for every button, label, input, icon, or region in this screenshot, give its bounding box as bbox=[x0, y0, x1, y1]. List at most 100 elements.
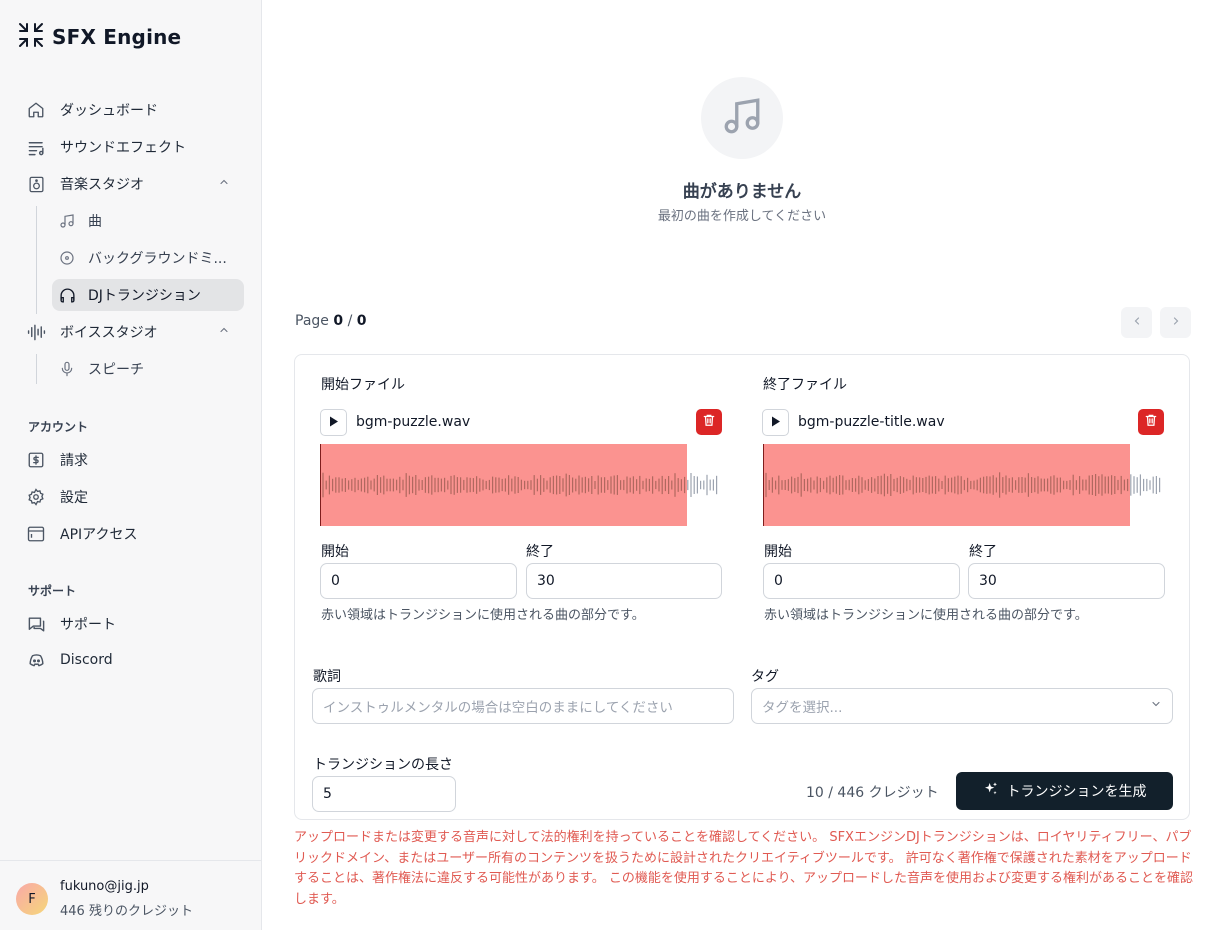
sparkles-icon bbox=[983, 781, 999, 801]
page-current: 0 bbox=[333, 313, 344, 329]
lyrics-label: 歌詞 bbox=[313, 669, 341, 685]
sidebar-item-discord[interactable]: Discord bbox=[26, 644, 244, 676]
sidebar-item-support[interactable]: サポート bbox=[26, 608, 244, 640]
end-file-name: bgm-puzzle-title.wav bbox=[798, 414, 945, 430]
sfx-logo-icon bbox=[18, 22, 44, 52]
start-file-hint: 赤い領域はトランジションに使用される曲の部分です。 bbox=[321, 608, 645, 623]
end-file-waveform-bars bbox=[765, 472, 1161, 498]
avatar: F bbox=[16, 883, 48, 915]
generate-button-label: トランジションを生成 bbox=[1006, 784, 1147, 800]
sidebar-item-label: 音楽スタジオ bbox=[60, 177, 144, 193]
sidebar-item-music-studio[interactable]: 音楽スタジオ bbox=[26, 168, 244, 200]
credit-cost: 10 / 446 クレジット bbox=[806, 785, 939, 801]
user-email: fukuno@jig.jp bbox=[60, 879, 149, 894]
sidebar-item-label: 設定 bbox=[60, 490, 88, 506]
legal-notice: アップロードまたは変更する音声に対して法的権利を持っていることを確認してください… bbox=[294, 830, 1194, 907]
sidebar-item-billing[interactable]: 請求 bbox=[26, 444, 244, 476]
brand[interactable]: SFX Engine bbox=[18, 22, 181, 52]
start-file-play-button[interactable] bbox=[320, 409, 347, 436]
end-file-delete-button[interactable] bbox=[1138, 409, 1164, 435]
sidebar: SFX Engine ダッシュボード サウンドエフェクト 音楽スタジオ 曲 バッ… bbox=[0, 0, 262, 930]
sidebar-subitem-dj-transition[interactable]: DJトランジション bbox=[52, 279, 244, 311]
page-separator: / bbox=[347, 313, 353, 329]
section-label-support: サポート bbox=[28, 584, 77, 598]
end-file-waveform[interactable] bbox=[763, 444, 1162, 526]
start-file-delete-button[interactable] bbox=[696, 409, 722, 435]
prev-page-button[interactable] bbox=[1121, 307, 1152, 338]
pagination-indicator: Page 0 / 0 bbox=[295, 313, 366, 329]
sidebar-subitem-label: バックグラウンドミ... bbox=[88, 251, 227, 267]
empty-state-subtitle: 最初の曲を作成してください bbox=[657, 209, 827, 224]
submenu-guide-line bbox=[36, 206, 37, 314]
audio-lines-icon bbox=[26, 322, 46, 342]
start-file-label: 開始ファイル bbox=[321, 377, 405, 393]
headphones-icon bbox=[58, 286, 76, 304]
start-file-end-label: 終了 bbox=[526, 544, 554, 560]
start-file-end-input[interactable]: 30 bbox=[526, 563, 722, 599]
lyrics-input[interactable]: インストゥルメンタルの場合は空白のままにしてください bbox=[312, 688, 734, 724]
dollar-icon bbox=[26, 450, 46, 470]
start-file-waveform[interactable] bbox=[320, 444, 719, 526]
start-file-waveform-bars bbox=[322, 472, 718, 498]
chevron-up-icon[interactable] bbox=[218, 176, 230, 192]
tags-label: タグ bbox=[751, 669, 779, 685]
chevron-down-icon bbox=[1150, 698, 1162, 714]
chevron-up-icon[interactable] bbox=[218, 324, 230, 340]
sidebar-item-label: APIアクセス bbox=[60, 527, 138, 543]
sidebar-subitem-speech[interactable]: スピーチ bbox=[52, 353, 244, 385]
empty-state-icon-circle bbox=[701, 77, 783, 159]
tags-placeholder: タグを選択... bbox=[762, 700, 843, 716]
page-prefix: Page bbox=[295, 313, 329, 329]
end-file-hint: 赤い領域はトランジションに使用される曲の部分です。 bbox=[764, 608, 1088, 623]
tags-select[interactable]: タグを選択... bbox=[751, 688, 1173, 724]
browser-icon bbox=[26, 524, 46, 544]
empty-state-title: 曲がありません bbox=[682, 182, 802, 202]
sidebar-item-label: サウンドエフェクト bbox=[60, 140, 186, 156]
chat-icon bbox=[26, 614, 46, 634]
transition-form-card: 開始ファイル bgm-puzzle.wav 開始 終了 0 30 赤い領域はトラ… bbox=[294, 354, 1190, 820]
play-icon bbox=[329, 415, 339, 431]
start-file-start-label: 開始 bbox=[321, 544, 349, 560]
transition-length-label: トランジションの長さ bbox=[313, 757, 453, 773]
transition-length-input[interactable]: 5 bbox=[312, 776, 456, 812]
user-credits: 446 残りのクレジット bbox=[60, 904, 193, 919]
next-page-button[interactable] bbox=[1160, 307, 1191, 338]
sidebar-item-api-access[interactable]: APIアクセス bbox=[26, 518, 244, 550]
sidebar-subitem-label: 曲 bbox=[88, 214, 102, 230]
sidebar-subitem-songs[interactable]: 曲 bbox=[52, 205, 244, 237]
sidebar-item-label: サポート bbox=[60, 617, 116, 633]
sidebar-subitem-background-music[interactable]: バックグラウンドミ... bbox=[52, 242, 244, 274]
sidebar-item-dashboard[interactable]: ダッシュボード bbox=[26, 94, 244, 126]
user-profile[interactable]: F fukuno@jig.jp 446 残りのクレジット bbox=[0, 860, 261, 930]
sidebar-subitem-label: スピーチ bbox=[88, 362, 144, 378]
sidebar-item-label: ボイススタジオ bbox=[60, 325, 158, 341]
trash-icon bbox=[1144, 413, 1158, 431]
end-file-play-button[interactable] bbox=[762, 409, 789, 436]
speaker-icon bbox=[26, 174, 46, 194]
sidebar-item-settings[interactable]: 設定 bbox=[26, 481, 244, 513]
end-file-end-input[interactable]: 30 bbox=[968, 563, 1165, 599]
microphone-icon bbox=[58, 360, 76, 378]
home-icon bbox=[26, 100, 46, 120]
end-file-end-label: 終了 bbox=[969, 544, 997, 560]
music-note-icon bbox=[721, 95, 763, 141]
music-notes-icon bbox=[58, 212, 76, 230]
brand-name: SFX Engine bbox=[52, 25, 182, 49]
section-label-account: アカウント bbox=[28, 420, 89, 434]
discord-icon bbox=[26, 650, 46, 670]
end-file-start-input[interactable]: 0 bbox=[763, 563, 960, 599]
end-file-label: 終了ファイル bbox=[763, 377, 847, 393]
sidebar-subitem-label: DJトランジション bbox=[88, 288, 201, 304]
sidebar-item-label: Discord bbox=[60, 652, 113, 668]
start-file-name: bgm-puzzle.wav bbox=[356, 414, 471, 430]
submenu-guide-line bbox=[36, 354, 37, 384]
generate-transition-button[interactable]: トランジションを生成 bbox=[956, 772, 1173, 810]
sidebar-item-sound-effects[interactable]: サウンドエフェクト bbox=[26, 131, 244, 163]
sidebar-item-label: ダッシュボード bbox=[60, 103, 158, 119]
chevron-left-icon bbox=[1131, 315, 1143, 331]
lyrics-placeholder: インストゥルメンタルの場合は空白のままにしてください bbox=[323, 700, 673, 716]
disc-icon bbox=[58, 249, 76, 267]
gear-icon bbox=[26, 487, 46, 507]
sidebar-item-voice-studio[interactable]: ボイススタジオ bbox=[26, 316, 244, 348]
start-file-start-input[interactable]: 0 bbox=[320, 563, 517, 599]
